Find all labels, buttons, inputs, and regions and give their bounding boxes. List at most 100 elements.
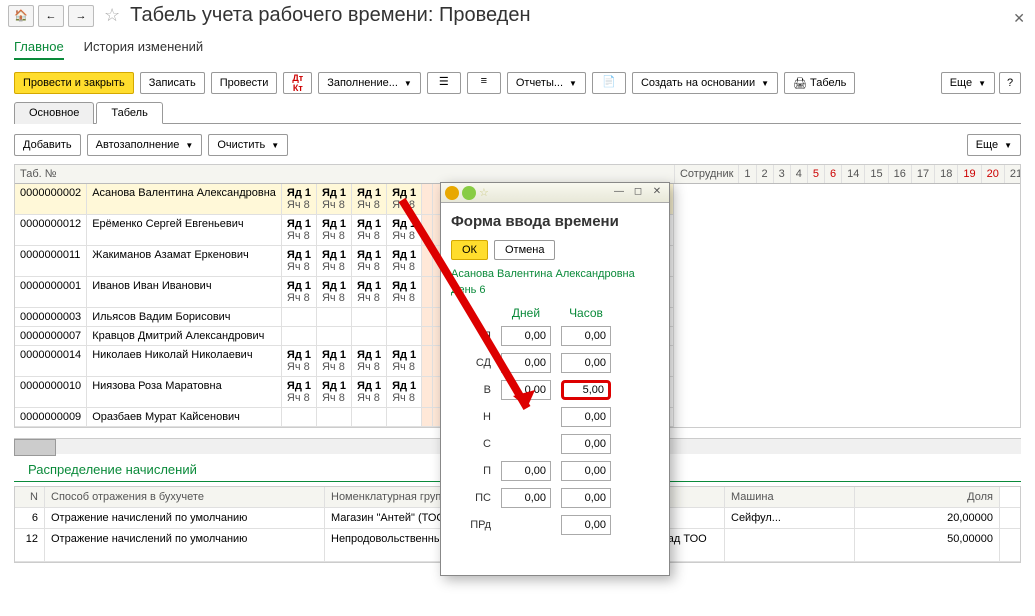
col-day-18[interactable]: 18 xyxy=(935,165,958,184)
toolbar-more-button[interactable]: Еще▼ xyxy=(941,72,995,94)
col-day-4[interactable]: 4 xyxy=(790,165,807,184)
cell-emp[interactable]: Иванов Иван Иванович xyxy=(87,277,282,308)
star-icon[interactable]: ☆ xyxy=(479,186,489,199)
cell-day[interactable] xyxy=(422,327,433,346)
modal-hours-Н[interactable] xyxy=(561,407,611,427)
cell-day[interactable]: Яд 1Яч 8 xyxy=(316,277,351,308)
fill-button[interactable]: Заполнение...▼ xyxy=(318,72,421,94)
cell-day[interactable] xyxy=(281,308,316,327)
forward-button[interactable]: → xyxy=(68,5,94,27)
cell-day[interactable]: Яд 1Яч 8 xyxy=(281,377,316,408)
col-employee[interactable]: Сотрудник xyxy=(674,165,738,184)
modal-close-icon[interactable]: ✕ xyxy=(649,186,665,200)
cell-day[interactable]: Яд 1Яч 8 xyxy=(281,246,316,277)
cell-num[interactable]: 0000000009 xyxy=(15,408,87,427)
cell-day[interactable]: Яд 1Яч 8 xyxy=(387,215,422,246)
modal-min-icon[interactable]: — xyxy=(611,186,627,200)
cell-day[interactable]: Яд 1Яч 8 xyxy=(387,346,422,377)
home-button[interactable]: 🏠 xyxy=(8,5,34,27)
post-button[interactable]: Провести xyxy=(211,72,278,94)
cell-day[interactable] xyxy=(352,308,387,327)
modal-hours-С[interactable] xyxy=(561,434,611,454)
cell-day[interactable]: Яд 1Яч 8 xyxy=(352,215,387,246)
col-day-17[interactable]: 17 xyxy=(911,165,934,184)
cell-day[interactable] xyxy=(422,215,433,246)
cell-emp[interactable]: Жакиманов Азамат Еркенович xyxy=(87,246,282,277)
col-day-5[interactable]: 5 xyxy=(807,165,824,184)
cell-day[interactable]: Яд 1Яч 8 xyxy=(316,215,351,246)
cell-day[interactable]: Яд 1Яч 8 xyxy=(281,277,316,308)
cell-day[interactable]: Яд 1Яч 8 xyxy=(352,277,387,308)
col-day-6[interactable]: 6 xyxy=(825,165,842,184)
dt-kt-button[interactable]: ДтКт xyxy=(283,72,312,94)
cell-day[interactable]: Яд 1Яч 8 xyxy=(352,346,387,377)
col-day-20[interactable]: 20 xyxy=(981,165,1004,184)
cell-day[interactable]: Яд 1Яч 8 xyxy=(387,184,422,215)
cell-num[interactable]: 0000000014 xyxy=(15,346,87,377)
save-button[interactable]: Записать xyxy=(140,72,205,94)
add-button[interactable]: Добавить xyxy=(14,134,81,156)
cell-day[interactable] xyxy=(316,308,351,327)
cell-day[interactable] xyxy=(422,346,433,377)
modal-hours-ПРд[interactable] xyxy=(561,515,611,535)
cell-day[interactable]: Яд 1Яч 8 xyxy=(316,246,351,277)
cell-day[interactable] xyxy=(422,408,433,427)
tb-icon-1[interactable]: ☰ xyxy=(427,72,461,94)
modal-hours-Я[interactable] xyxy=(561,326,611,346)
cell-emp[interactable]: Асанова Валентина Александровна xyxy=(87,184,282,215)
cell-num[interactable]: 0000000011 xyxy=(15,246,87,277)
modal-days-В[interactable] xyxy=(501,380,551,400)
help-button[interactable]: ? xyxy=(999,72,1021,94)
col-day-15[interactable]: 15 xyxy=(865,165,888,184)
tab-main[interactable]: Главное xyxy=(14,35,64,60)
cell-emp[interactable]: Ниязова Роза Маратовна xyxy=(87,377,282,408)
cell-day[interactable]: Яд 1Яч 8 xyxy=(352,184,387,215)
cell-day[interactable]: Яд 1Яч 8 xyxy=(316,377,351,408)
col-day-21[interactable]: 21 xyxy=(1004,165,1021,184)
cell-num[interactable]: 0000000001 xyxy=(15,277,87,308)
tab-history[interactable]: История изменений xyxy=(84,35,204,60)
cell-day[interactable]: Яд 1Яч 8 xyxy=(352,377,387,408)
cell-day[interactable]: Яд 1Яч 8 xyxy=(281,215,316,246)
modal-days-Я[interactable] xyxy=(501,326,551,346)
cell-day[interactable]: Яд 1Яч 8 xyxy=(281,346,316,377)
panel-more-button[interactable]: Еще▼ xyxy=(967,134,1021,156)
reports-button[interactable]: Отчеты...▼ xyxy=(507,72,586,94)
col-tab-num[interactable]: Таб. № xyxy=(15,165,674,184)
cell-emp[interactable]: Николаев Николай Николаевич xyxy=(87,346,282,377)
cell-day[interactable] xyxy=(352,327,387,346)
cell-emp[interactable]: Ерёменко Сергей Евгеньевич xyxy=(87,215,282,246)
autofill-button[interactable]: Автозаполнение▼ xyxy=(87,134,203,156)
col-day-16[interactable]: 16 xyxy=(888,165,911,184)
cell-day[interactable] xyxy=(387,308,422,327)
cell-day[interactable]: Яд 1Яч 8 xyxy=(387,246,422,277)
cell-day[interactable] xyxy=(316,408,351,427)
modal-days-ПС[interactable] xyxy=(501,488,551,508)
cell-emp[interactable]: Кравцов Дмитрий Александрович xyxy=(87,327,282,346)
clear-button[interactable]: Очистить▼ xyxy=(208,134,288,156)
modal-days-СД[interactable] xyxy=(501,353,551,373)
cell-day[interactable] xyxy=(281,408,316,427)
cell-day[interactable] xyxy=(422,184,433,215)
cell-day[interactable] xyxy=(422,277,433,308)
modal-hours-ПС[interactable] xyxy=(561,488,611,508)
tb-icon-2[interactable]: ≡ xyxy=(467,72,501,94)
cell-day[interactable] xyxy=(352,408,387,427)
cell-emp[interactable]: Ильясов Вадим Борисович xyxy=(87,308,282,327)
cell-day[interactable] xyxy=(387,408,422,427)
cell-num[interactable]: 0000000012 xyxy=(15,215,87,246)
modal-hours-СД[interactable] xyxy=(561,353,611,373)
subtab-tabel[interactable]: Табель xyxy=(96,102,162,124)
cell-day[interactable]: Яд 1Яч 8 xyxy=(316,184,351,215)
cell-num[interactable]: 0000000002 xyxy=(15,184,87,215)
cell-day[interactable] xyxy=(422,377,433,408)
create-base-button[interactable]: Создать на основании▼ xyxy=(632,72,778,94)
cell-day[interactable] xyxy=(422,246,433,277)
modal-hours-В[interactable] xyxy=(561,380,611,400)
cell-day[interactable]: Яд 1Яч 8 xyxy=(387,277,422,308)
cell-day[interactable]: Яд 1Яч 8 xyxy=(387,377,422,408)
back-button[interactable]: ← xyxy=(38,5,64,27)
cell-day[interactable] xyxy=(281,327,316,346)
col-day-3[interactable]: 3 xyxy=(773,165,790,184)
cell-num[interactable]: 0000000007 xyxy=(15,327,87,346)
